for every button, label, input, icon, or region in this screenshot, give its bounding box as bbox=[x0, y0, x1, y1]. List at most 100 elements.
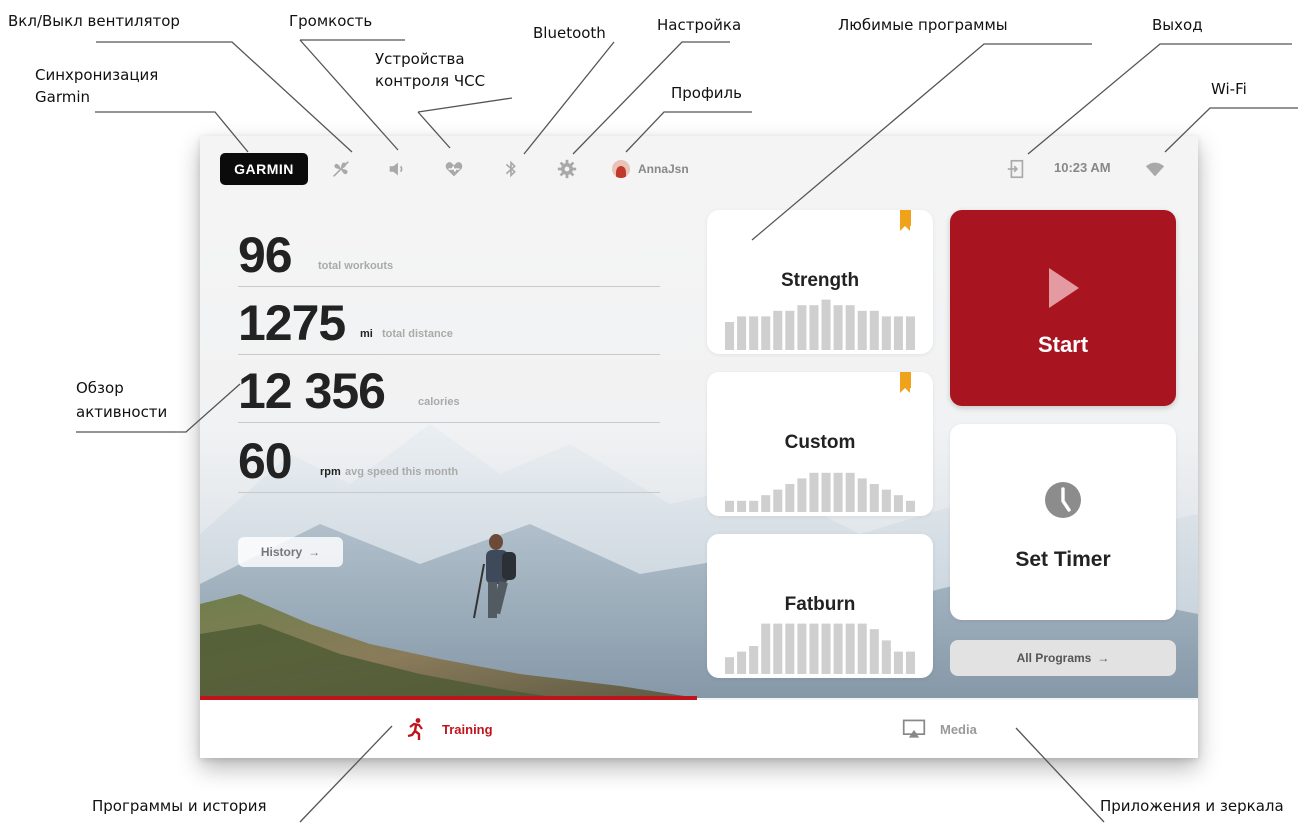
program-profile-bars bbox=[725, 623, 915, 674]
profile-bar bbox=[737, 500, 747, 512]
stat-value: 12 356 bbox=[238, 363, 386, 419]
bottom-nav: Training Media bbox=[200, 700, 1198, 758]
profile-bar bbox=[893, 316, 903, 350]
stat-desc: total distance bbox=[382, 328, 453, 340]
profile-bar bbox=[869, 484, 879, 512]
volume-icon[interactable] bbox=[384, 156, 410, 182]
nav-media[interactable]: Media bbox=[902, 712, 977, 746]
gear-icon[interactable] bbox=[554, 156, 580, 182]
profile-bar bbox=[905, 651, 915, 674]
stat-desc: total workouts bbox=[318, 260, 394, 272]
stat-value: 60 bbox=[238, 433, 293, 489]
set-timer-button[interactable]: Set Timer bbox=[950, 424, 1176, 620]
callout-settings: Настройка bbox=[657, 16, 742, 34]
profile-bar bbox=[749, 316, 759, 350]
callout-garmin-sync-line1: Синхронизация bbox=[35, 66, 159, 84]
callout-hr-devices-line1: Устройства bbox=[375, 50, 465, 68]
profile-bar bbox=[785, 310, 795, 350]
callout-volume: Громкость bbox=[289, 12, 373, 30]
profile-bar bbox=[737, 651, 747, 674]
profile-bar bbox=[845, 623, 855, 674]
profile-bar bbox=[773, 310, 783, 350]
stat-desc: avg speed this month bbox=[345, 466, 459, 478]
bookmark-icon bbox=[900, 372, 911, 393]
callout-wifi: Wi-Fi bbox=[1211, 80, 1247, 98]
bluetooth-icon[interactable] bbox=[498, 156, 524, 182]
callout-activity-line2: активности bbox=[76, 403, 168, 421]
stat-unit: rpm bbox=[320, 466, 341, 478]
profile-bar bbox=[809, 305, 819, 350]
profile-bar bbox=[785, 484, 795, 512]
nav-training-label: Training bbox=[442, 721, 493, 737]
set-timer-label: Set Timer bbox=[1015, 548, 1111, 571]
profile-bar bbox=[797, 478, 807, 512]
profile-bar bbox=[797, 305, 807, 350]
profile-bar bbox=[869, 310, 879, 350]
clock-icon bbox=[1045, 482, 1081, 518]
history-button[interactable]: History → bbox=[238, 537, 343, 567]
start-button[interactable]: Start bbox=[950, 210, 1176, 406]
profile-bar bbox=[881, 489, 891, 512]
program-card-strength[interactable]: Strength bbox=[707, 210, 933, 354]
callout-fan: Вкл/Выкл вентилятор bbox=[8, 12, 180, 30]
callout-garmin-sync-line2: Garmin bbox=[35, 88, 91, 106]
nav-training[interactable]: Training bbox=[404, 712, 493, 746]
all-programs-button[interactable]: All Programs → bbox=[950, 640, 1176, 676]
profile-bar bbox=[725, 500, 735, 512]
profile-bar bbox=[773, 489, 783, 512]
profile-bar bbox=[749, 646, 759, 674]
top-bar: GARMIN AnnaJsn 10:23 AM bbox=[200, 136, 1198, 204]
profile-bar bbox=[797, 623, 807, 674]
history-label: History bbox=[260, 545, 303, 559]
callout-bluetooth: Bluetooth bbox=[533, 24, 606, 42]
profile-bar bbox=[893, 495, 903, 512]
bookmark-icon bbox=[900, 210, 911, 231]
avatar bbox=[612, 160, 630, 178]
profile-bar bbox=[905, 316, 915, 350]
device-screen: GARMIN AnnaJsn 10:23 AM 96 total workout… bbox=[200, 136, 1198, 758]
start-label: Start bbox=[1037, 332, 1089, 357]
profile-bar bbox=[785, 623, 795, 674]
wifi-icon[interactable] bbox=[1142, 156, 1168, 182]
all-programs-label: All Programs bbox=[1016, 651, 1092, 665]
profile-bar bbox=[857, 310, 867, 350]
profile-bar bbox=[833, 623, 843, 674]
arrow-right-icon: → bbox=[1097, 651, 1110, 665]
profile-bar bbox=[893, 651, 903, 674]
user-profile[interactable]: AnnaJsn bbox=[612, 156, 689, 182]
garmin-sync-logo[interactable]: GARMIN bbox=[220, 153, 308, 185]
program-title: Strength bbox=[780, 270, 860, 291]
airplay-icon bbox=[902, 719, 926, 738]
program-card-custom[interactable]: Custom bbox=[707, 372, 933, 516]
program-profile-bars bbox=[725, 472, 915, 512]
profile-bar bbox=[845, 305, 855, 350]
profile-bar bbox=[761, 623, 771, 674]
callout-apps-mirroring: Приложения и зеркала bbox=[1100, 797, 1284, 815]
program-title: Fatburn bbox=[784, 594, 856, 615]
profile-bar bbox=[821, 472, 831, 512]
running-person-icon bbox=[407, 718, 423, 740]
callout-programs-history: Программы и история bbox=[92, 797, 267, 815]
stat-total-distance: 1275 mi total distance bbox=[238, 294, 660, 355]
profile-bar bbox=[761, 495, 771, 512]
play-icon bbox=[1049, 268, 1079, 308]
exit-icon[interactable] bbox=[1003, 156, 1029, 182]
heart-rate-icon[interactable] bbox=[441, 156, 467, 182]
username: AnnaJsn bbox=[638, 162, 689, 176]
program-profile-bars bbox=[725, 299, 915, 350]
stat-value: 96 bbox=[238, 227, 293, 283]
arrow-right-icon: → bbox=[308, 545, 321, 559]
program-card-fatburn[interactable]: Fatburn bbox=[707, 534, 933, 678]
profile-bar bbox=[749, 500, 759, 512]
profile-bar bbox=[725, 322, 735, 350]
program-title: Custom bbox=[784, 432, 856, 453]
profile-bar bbox=[869, 629, 879, 674]
profile-bar bbox=[737, 316, 747, 350]
stat-avg-speed: 60 rpm avg speed this month bbox=[238, 432, 660, 493]
stat-total-workouts: 96 total workouts bbox=[238, 226, 660, 287]
callout-profile: Профиль bbox=[671, 84, 742, 102]
profile-bar bbox=[809, 472, 819, 512]
stat-unit: mi bbox=[360, 328, 373, 340]
fan-icon[interactable] bbox=[328, 156, 354, 182]
callout-exit: Выход bbox=[1152, 16, 1203, 34]
